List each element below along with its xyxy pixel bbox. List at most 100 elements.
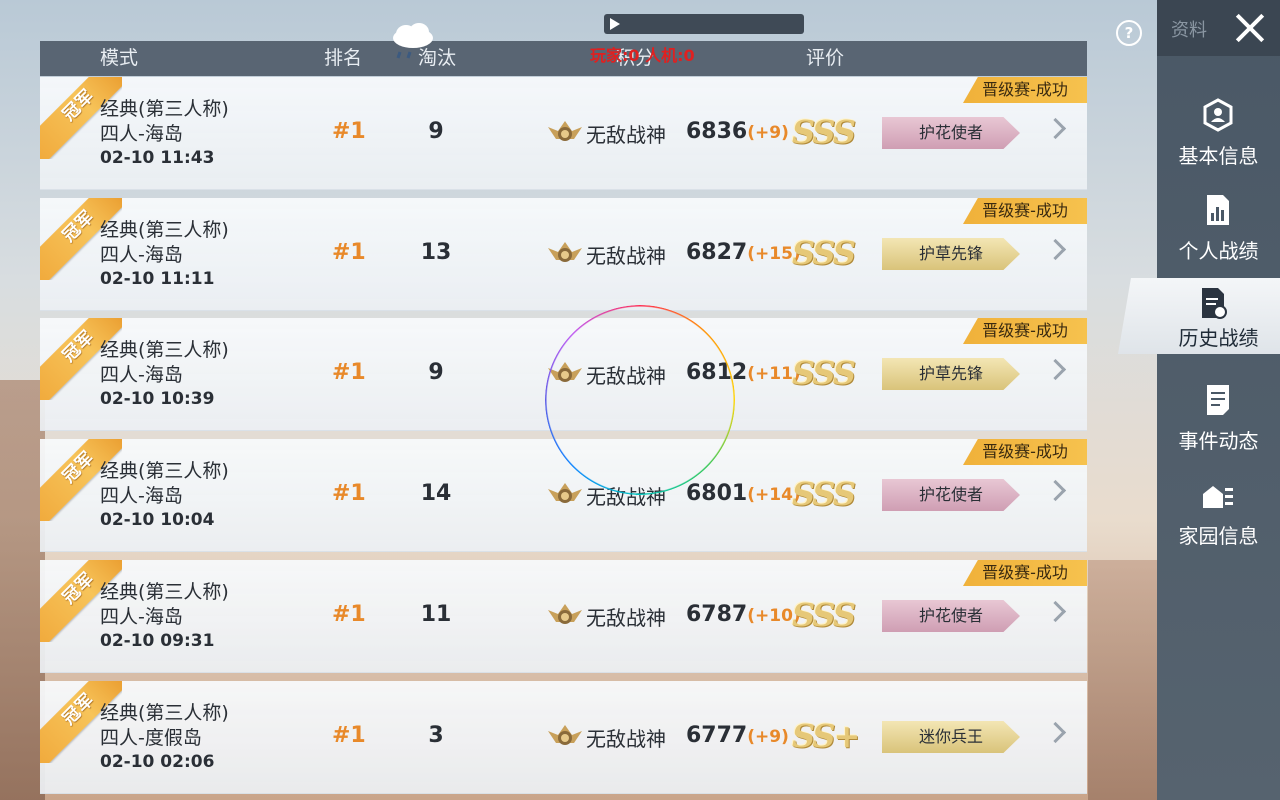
- tier-emblem-icon: [548, 604, 582, 624]
- sidebar-item-events[interactable]: 事件动态: [1157, 375, 1280, 465]
- match-row[interactable]: 冠军 经典(第三人称) 四人-度假岛 02-10 02:06 #1 3 无敌战神…: [40, 681, 1087, 794]
- close-icon[interactable]: [1230, 8, 1270, 48]
- background-scenery-left: [0, 380, 45, 800]
- match-map: 四人-度假岛: [100, 727, 202, 749]
- match-rank: #1: [332, 602, 366, 627]
- match-time: 02-10 10:04: [100, 510, 215, 530]
- play-icon[interactable]: [610, 18, 620, 30]
- match-grade: SSS: [792, 354, 856, 392]
- score-delta: (+9): [747, 123, 789, 143]
- match-score: 6836(+9): [686, 119, 789, 144]
- match-grade: SSS: [792, 475, 856, 513]
- rain-cloud-icon: [393, 23, 433, 59]
- help-icon[interactable]: ?: [1116, 20, 1142, 46]
- tier-name: 无敌战神: [586, 606, 666, 630]
- match-rank: #1: [332, 723, 366, 748]
- chevron-right-icon[interactable]: [1044, 721, 1067, 744]
- honor-title-badge[interactable]: 护草先锋: [882, 238, 1020, 270]
- header-rank: 排名: [324, 47, 363, 69]
- stats-icon: [1207, 195, 1229, 225]
- honor-title-badge[interactable]: 迷你兵王: [882, 721, 1020, 753]
- honor-title-badge[interactable]: 护花使者: [882, 117, 1020, 149]
- promotion-status-tag: 晋级赛-成功: [963, 198, 1087, 224]
- match-map: 四人-海岛: [100, 606, 183, 628]
- match-time: 02-10 11:43: [100, 148, 215, 168]
- sidebar-title: 资料: [1171, 20, 1207, 41]
- touch-ring-overlay: [545, 305, 735, 495]
- sidebar-item-label: 事件动态: [1178, 429, 1259, 453]
- chevron-right-icon[interactable]: [1044, 479, 1067, 502]
- sidebar-item-match-history[interactable]: 历史战绩: [1118, 278, 1280, 368]
- match-map: 四人-海岛: [100, 123, 183, 145]
- match-row[interactable]: 冠军 经典(第三人称) 四人-海岛 02-10 09:31 #1 11 无敌战神…: [40, 560, 1087, 673]
- promotion-status-tag: 晋级赛-成功: [963, 318, 1087, 344]
- tier-name: 无敌战神: [586, 123, 666, 147]
- match-kills: 9: [428, 119, 444, 144]
- sidebar-item-label: 基本信息: [1178, 144, 1259, 168]
- match-grade: SSS: [792, 596, 856, 634]
- match-kills: 9: [428, 360, 444, 385]
- match-mode: 经典(第三人称): [100, 98, 229, 120]
- background-scenery-right: [1088, 560, 1158, 800]
- match-map: 四人-海岛: [100, 364, 183, 386]
- honor-title-badge[interactable]: 护花使者: [882, 479, 1020, 511]
- match-kills: 11: [420, 602, 452, 627]
- tier-name: 无敌战神: [586, 244, 666, 268]
- sidebar-item-home-info[interactable]: 家园信息: [1157, 470, 1280, 560]
- match-kills: 3: [428, 723, 444, 748]
- match-kills: 14: [420, 481, 452, 506]
- match-time: 02-10 11:11: [100, 269, 215, 289]
- match-kills: 13: [420, 240, 452, 265]
- match-mode: 经典(第三人称): [100, 219, 229, 241]
- chevron-right-icon[interactable]: [1044, 238, 1067, 261]
- match-time: 02-10 10:39: [100, 389, 215, 409]
- match-row[interactable]: 冠军 经典(第三人称) 四人-海岛 02-10 11:11 #1 13 无敌战神…: [40, 198, 1087, 311]
- sidebar-item-basic-info[interactable]: 基本信息: [1157, 90, 1280, 180]
- header-mode: 模式: [100, 47, 139, 69]
- chevron-right-icon[interactable]: [1044, 600, 1067, 623]
- promotion-status-tag: 晋级赛-成功: [963, 560, 1087, 586]
- sidebar-item-label: 历史战绩: [1178, 326, 1259, 350]
- tier-emblem-icon: [548, 483, 582, 503]
- events-icon: [1207, 385, 1229, 415]
- match-score: 6787(+10): [686, 602, 801, 627]
- match-rank: #1: [332, 360, 366, 385]
- score-value: 6827: [686, 240, 748, 265]
- tier-name: 无敌战神: [586, 727, 666, 751]
- sidebar-item-label: 家园信息: [1178, 524, 1259, 548]
- match-rank: #1: [332, 481, 366, 506]
- match-score: 6827(+15): [686, 240, 801, 265]
- match-grade: SSS: [792, 113, 856, 151]
- chevron-right-icon[interactable]: [1044, 358, 1067, 381]
- header-rating: 评价: [806, 47, 845, 69]
- match-rank: #1: [332, 119, 366, 144]
- chevron-right-icon[interactable]: [1044, 117, 1067, 140]
- promotion-status-tag: 晋级赛-成功: [963, 77, 1087, 103]
- score-value: 6787: [686, 602, 748, 627]
- home-icon: [1203, 486, 1233, 508]
- match-map: 四人-海岛: [100, 244, 183, 266]
- history-icon: [1202, 288, 1227, 319]
- score-value: 6836: [686, 119, 748, 144]
- honor-title-badge[interactable]: 护草先锋: [882, 358, 1020, 390]
- match-grade: SSS: [792, 234, 856, 272]
- match-score: 6801(+14): [686, 481, 801, 506]
- profile-icon: [1203, 98, 1233, 132]
- match-grade: SS+: [792, 717, 860, 755]
- honor-title-badge[interactable]: 护花使者: [882, 600, 1020, 632]
- score-value: 6777: [686, 723, 748, 748]
- match-row[interactable]: 冠军 经典(第三人称) 四人-海岛 02-10 11:43 #1 9 无敌战神 …: [40, 77, 1087, 190]
- match-time: 02-10 02:06: [100, 752, 215, 772]
- match-mode: 经典(第三人称): [100, 339, 229, 361]
- match-map: 四人-海岛: [100, 485, 183, 507]
- table-header: 模式 排名 淘汰 积分 评价: [40, 41, 1087, 76]
- tier-emblem-icon: [548, 725, 582, 745]
- sidebar-item-personal-stats[interactable]: 个人战绩: [1157, 185, 1280, 275]
- recording-bar[interactable]: [604, 14, 804, 34]
- match-rank: #1: [332, 240, 366, 265]
- score-delta: (+9): [747, 727, 789, 747]
- match-score: 6777(+9): [686, 723, 789, 748]
- tier-emblem-icon: [548, 121, 582, 141]
- match-mode: 经典(第三人称): [100, 460, 229, 482]
- promotion-status-tag: 晋级赛-成功: [963, 439, 1087, 465]
